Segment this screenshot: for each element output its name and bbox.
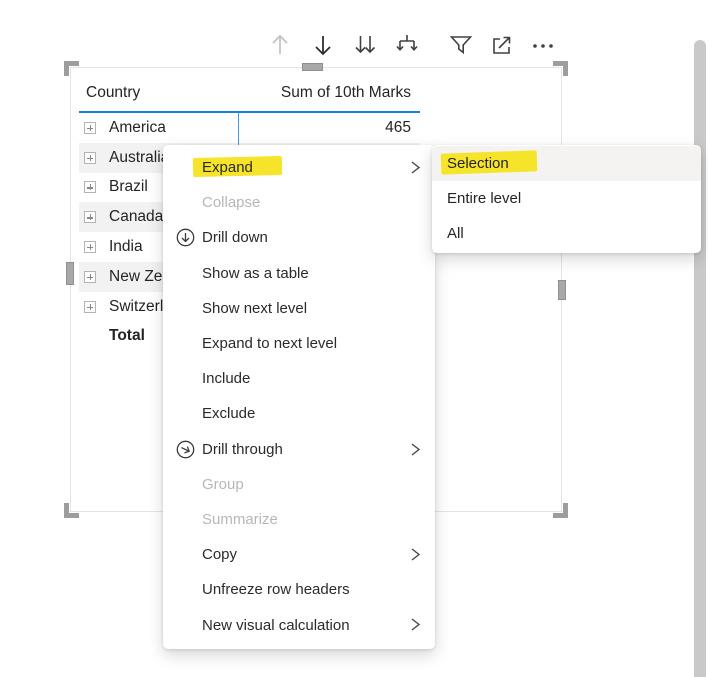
menu-item-show-as-table[interactable]: Show as a table bbox=[163, 256, 435, 291]
chevron-right-icon bbox=[408, 160, 422, 175]
row-label: America bbox=[109, 119, 166, 137]
chevron-right-icon bbox=[408, 547, 422, 562]
menu-item-drill-down[interactable]: Drill down bbox=[163, 220, 435, 255]
menu-item-exclude[interactable]: Exclude bbox=[163, 396, 435, 431]
row-label: Canada bbox=[109, 208, 163, 226]
table-row-america[interactable]: America 465 bbox=[79, 113, 420, 143]
expand-plus-icon[interactable] bbox=[84, 181, 96, 193]
resize-handle-top[interactable] bbox=[302, 63, 323, 71]
expand-plus-icon[interactable] bbox=[84, 122, 96, 134]
vertical-scrollbar-thumb[interactable] bbox=[694, 40, 706, 677]
drill-down-icon[interactable] bbox=[309, 31, 337, 59]
resize-handle-right[interactable] bbox=[558, 280, 566, 300]
menu-item-summarize: Summarize bbox=[163, 502, 435, 537]
chevron-right-icon bbox=[408, 617, 422, 632]
menu-item-show-next-level[interactable]: Show next level bbox=[163, 291, 435, 326]
menu-item-group: Group bbox=[163, 467, 435, 502]
resize-handle-top-right[interactable] bbox=[553, 61, 568, 76]
menu-item-expand-to-next-level[interactable]: Expand to next level bbox=[163, 326, 435, 361]
submenu-item-selection[interactable]: Selection bbox=[432, 146, 701, 181]
expand-submenu: Selection Entire level All bbox=[432, 145, 701, 253]
resize-handle-left[interactable] bbox=[66, 262, 74, 285]
row-label: Australia bbox=[109, 149, 169, 167]
drill-through-circle-icon bbox=[175, 439, 196, 460]
submenu-item-entire-level[interactable]: Entire level bbox=[432, 181, 701, 216]
row-label: Total bbox=[109, 327, 145, 345]
menu-item-new-visual-calculation[interactable]: New visual calculation bbox=[163, 607, 435, 642]
matrix-header-row: Country Sum of 10th Marks bbox=[79, 74, 420, 113]
resize-handle-bottom-right[interactable] bbox=[553, 503, 568, 518]
row-label: Brazil bbox=[109, 178, 148, 196]
row-value: 465 bbox=[385, 119, 420, 137]
drill-up-icon[interactable] bbox=[266, 31, 294, 59]
expand-plus-icon[interactable] bbox=[84, 211, 96, 223]
filter-icon[interactable] bbox=[447, 31, 475, 59]
expand-all-down-one-level-icon[interactable] bbox=[393, 31, 421, 59]
submenu-item-all[interactable]: All bbox=[432, 216, 701, 251]
context-menu: Expand Collapse Drill down Show as a tab… bbox=[163, 145, 435, 649]
menu-item-drill-through[interactable]: Drill through bbox=[163, 432, 435, 467]
focus-mode-icon[interactable] bbox=[488, 31, 516, 59]
menu-item-collapse: Collapse bbox=[163, 185, 435, 220]
expand-plus-icon[interactable] bbox=[84, 241, 96, 253]
row-label: India bbox=[109, 238, 143, 256]
expand-plus-icon[interactable] bbox=[84, 152, 96, 164]
more-options-icon[interactable] bbox=[529, 31, 557, 59]
menu-item-unfreeze-row-headers[interactable]: Unfreeze row headers bbox=[163, 572, 435, 607]
column-header-country[interactable]: Country bbox=[79, 84, 140, 102]
drill-down-circle-icon bbox=[175, 227, 196, 248]
menu-item-copy[interactable]: Copy bbox=[163, 537, 435, 572]
chevron-right-icon bbox=[408, 442, 422, 457]
resize-handle-bottom-left[interactable] bbox=[64, 503, 79, 518]
expand-plus-icon[interactable] bbox=[84, 271, 96, 283]
column-header-sum[interactable]: Sum of 10th Marks bbox=[281, 84, 420, 102]
menu-item-expand[interactable]: Expand bbox=[163, 150, 435, 185]
go-to-next-level-icon[interactable] bbox=[351, 31, 379, 59]
expand-plus-icon[interactable] bbox=[84, 301, 96, 313]
menu-item-include[interactable]: Include bbox=[163, 361, 435, 396]
resize-handle-top-left[interactable] bbox=[64, 61, 79, 76]
